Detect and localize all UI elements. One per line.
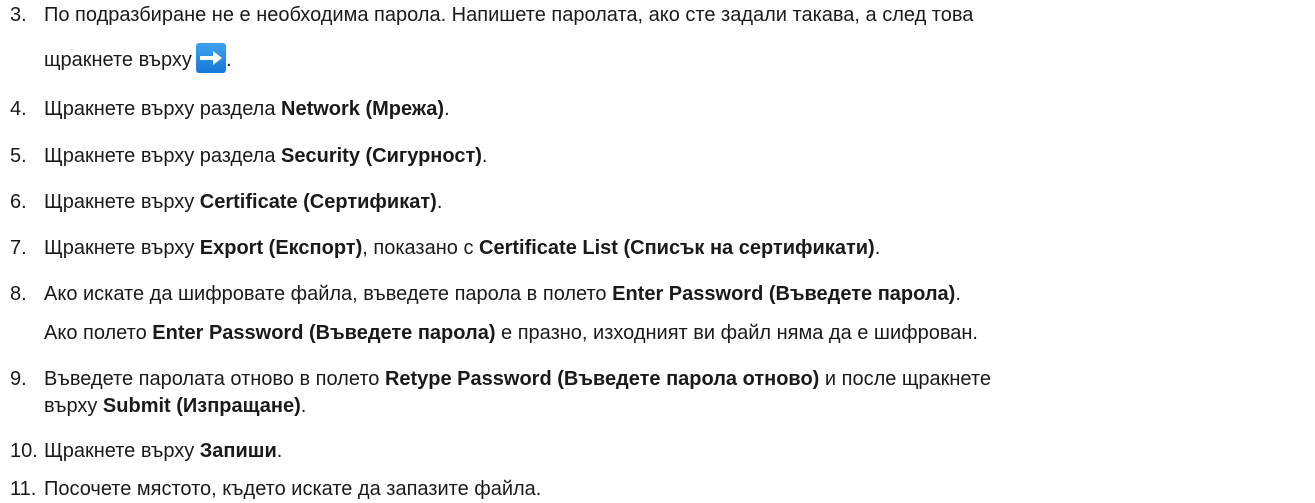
ui-label-enter-password: Enter Password (Въведете парола) [612, 283, 956, 305]
step-number: 3. [10, 4, 27, 26]
step-text: Посочете мястото, където искате да запаз… [44, 478, 542, 500]
step-number: 8. [10, 283, 27, 305]
step-number: 4. [10, 98, 27, 120]
step-text: По подразбиране не е необходима парола. … [44, 4, 974, 26]
step-number: 6. [10, 191, 27, 213]
ui-label-enter-password: Enter Password (Въведете парола) [152, 322, 496, 344]
ui-label-certificate: Certificate (Сертификат) [199, 191, 437, 213]
ui-label-network: Network (Мрежа) [281, 98, 445, 120]
step-number: 7. [10, 237, 27, 259]
instruction-steps: 3. По подразбиране не е необходима парол… [10, 4, 991, 500]
arrow-right-icon [195, 43, 226, 73]
ui-label-certificate-list: Certificate List (Списък на сертификати) [479, 237, 875, 259]
ui-label-submit: Submit (Изпращане) [102, 395, 301, 417]
step-number: 10. [10, 440, 38, 462]
ui-label-retype-password: Retype Password (Въведете парола отново) [384, 368, 820, 390]
step-text: щракнете върху [44, 49, 192, 71]
ui-label-security: Security (Сигурност) [281, 145, 482, 167]
ui-label-save: Запиши [199, 440, 277, 462]
step-number: 11. [10, 478, 37, 500]
step-number: 5. [10, 145, 27, 167]
ui-label-export: Export (Експорт) [199, 237, 363, 259]
step-number: 9. [10, 368, 27, 390]
